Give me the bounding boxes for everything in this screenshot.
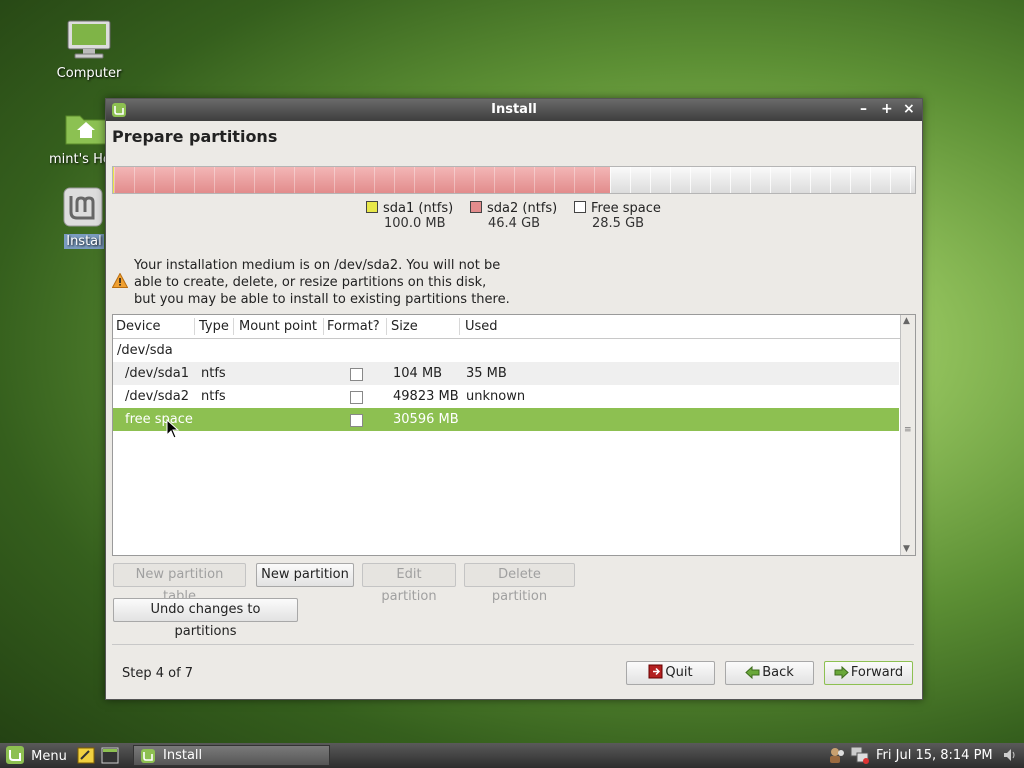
column-header-mount-point[interactable]: Mount point	[239, 319, 317, 334]
format-checkbox[interactable]	[350, 368, 363, 381]
legend-label: Free space	[591, 201, 661, 216]
legend-sda1: sda1 (ntfs) 100.0 MB	[366, 201, 453, 231]
device-cell: free space	[125, 412, 193, 427]
footer-divider	[112, 644, 914, 645]
close-button[interactable]: ×	[903, 101, 915, 117]
device-cell: /dev/sda	[117, 343, 173, 358]
size-cell: 104 MB	[393, 366, 443, 381]
device-cell: /dev/sda2	[125, 389, 189, 404]
table-row[interactable]: /dev/sda1 ntfs 104 MB 35 MB	[113, 362, 899, 385]
forward-label: Forward	[850, 665, 904, 680]
user-tray-icon[interactable]	[828, 746, 846, 768]
warning-icon	[111, 272, 129, 292]
column-header-used[interactable]: Used	[465, 319, 498, 334]
legend-size: 28.5 GB	[592, 216, 645, 231]
back-arrow-icon	[745, 665, 760, 687]
scroll-grip-icon[interactable]: ≡	[904, 426, 912, 435]
table-header: Device Type Mount point Format? Size Use…	[113, 315, 915, 339]
legend-free-space: Free space 28.5 GB	[574, 201, 661, 231]
new-partition-button[interactable]: New partition	[256, 563, 354, 587]
disk-segment-sda2	[114, 167, 610, 193]
warning-line: but you may be able to install to existi…	[134, 292, 510, 307]
window-titlebar[interactable]: Install – + ×	[106, 99, 922, 121]
taskbar-window-label: Install	[163, 748, 203, 763]
undo-changes-button[interactable]: Undo changes to partitions	[113, 598, 298, 639]
desktop-icon-computer[interactable]: Computer	[44, 20, 134, 81]
menu-button[interactable]: Menu	[5, 745, 67, 765]
clock[interactable]: Fri Jul 15, 8:14 PM	[876, 748, 993, 763]
table-row-group[interactable]: /dev/sda	[113, 339, 899, 362]
size-cell: 30596 MB	[393, 412, 459, 427]
legend-label: sda2 (ntfs)	[487, 201, 558, 216]
linux-mint-logo-icon	[62, 186, 104, 232]
legend-size: 46.4 GB	[488, 216, 541, 231]
legend-swatch	[574, 201, 586, 213]
format-checkbox[interactable]	[350, 414, 363, 427]
format-checkbox[interactable]	[350, 391, 363, 404]
page-title: Prepare partitions	[112, 127, 278, 146]
warning-line: able to create, delete, or resize partit…	[134, 275, 487, 290]
volume-tray-icon[interactable]	[1002, 747, 1018, 767]
column-header-device[interactable]: Device	[116, 319, 160, 334]
maximize-button[interactable]: +	[881, 101, 893, 117]
quit-button[interactable]: Quit	[626, 661, 715, 685]
mint-menu-icon	[6, 746, 24, 764]
desktop-icon-label: mint's Ho	[49, 152, 111, 167]
edit-partition-button[interactable]: Edit partition	[362, 563, 456, 604]
type-cell: ntfs	[201, 366, 226, 381]
type-cell: ntfs	[201, 389, 226, 404]
legend-label: sda1 (ntfs)	[383, 201, 454, 216]
warning-message: Your installation medium is on /dev/sda2…	[111, 257, 532, 308]
partition-table[interactable]: Device Type Mount point Format? Size Use…	[112, 314, 916, 556]
device-cell: /dev/sda1	[125, 366, 189, 381]
window-title: Install	[491, 102, 537, 117]
legend-sda2: sda2 (ntfs) 46.4 GB	[470, 201, 557, 231]
menu-label: Menu	[31, 749, 67, 764]
size-cell: 49823 MB	[393, 389, 459, 404]
column-header-format[interactable]: Format?	[327, 319, 380, 334]
column-separator	[194, 318, 195, 335]
desktop-icon-install[interactable]: Instal	[44, 186, 104, 249]
column-header-type[interactable]: Type	[199, 319, 229, 334]
new-partition-table-button[interactable]: New partition table	[113, 563, 246, 604]
back-label: Back	[762, 665, 794, 680]
disk-segment-free	[610, 167, 915, 193]
network-tray-icon[interactable]	[850, 746, 870, 768]
column-separator	[386, 318, 387, 335]
disk-usage-bar	[112, 166, 916, 194]
forward-button[interactable]: Forward	[824, 661, 913, 685]
mint-window-icon	[140, 748, 156, 768]
desktop-icon-label: Instal	[64, 234, 104, 249]
quit-label: Quit	[665, 665, 693, 680]
column-separator	[459, 318, 460, 335]
warning-line: Your installation medium is on /dev/sda2…	[134, 258, 501, 273]
legend-swatch	[470, 201, 482, 213]
mouse-cursor-icon	[166, 418, 180, 443]
text-editor-launcher-icon[interactable]	[77, 747, 95, 768]
scroll-down-icon[interactable]: ▼	[903, 544, 910, 554]
back-button[interactable]: Back	[725, 661, 814, 685]
table-row[interactable]: /dev/sda2 ntfs 49823 MB unknown	[113, 385, 899, 408]
step-indicator: Step 4 of 7	[122, 666, 194, 681]
column-header-size[interactable]: Size	[391, 319, 418, 334]
legend-size: 100.0 MB	[384, 216, 446, 231]
taskbar-window-install[interactable]: Install	[133, 745, 330, 766]
scroll-up-icon[interactable]: ▲	[903, 316, 910, 326]
delete-partition-button[interactable]: Delete partition	[464, 563, 575, 604]
legend-swatch	[366, 201, 378, 213]
quit-icon	[648, 664, 663, 687]
forward-arrow-icon	[834, 665, 849, 687]
install-window: Install – + × Prepare partitions sda1 (n…	[105, 98, 923, 700]
used-cell: 35 MB	[466, 366, 507, 381]
used-cell: unknown	[466, 389, 526, 404]
computer-icon	[44, 20, 134, 64]
desktop-icon-label: Computer	[56, 66, 122, 81]
minimize-button[interactable]: –	[860, 101, 867, 117]
terminal-launcher-icon[interactable]	[101, 747, 119, 768]
table-scrollbar[interactable]: ▲ ≡ ▼	[900, 315, 915, 555]
table-row-selected[interactable]: free space 30596 MB	[113, 408, 899, 431]
column-separator	[323, 318, 324, 335]
column-separator	[233, 318, 234, 335]
taskbar: Menu Install Fri Jul 15, 8:14 PM	[0, 743, 1024, 768]
